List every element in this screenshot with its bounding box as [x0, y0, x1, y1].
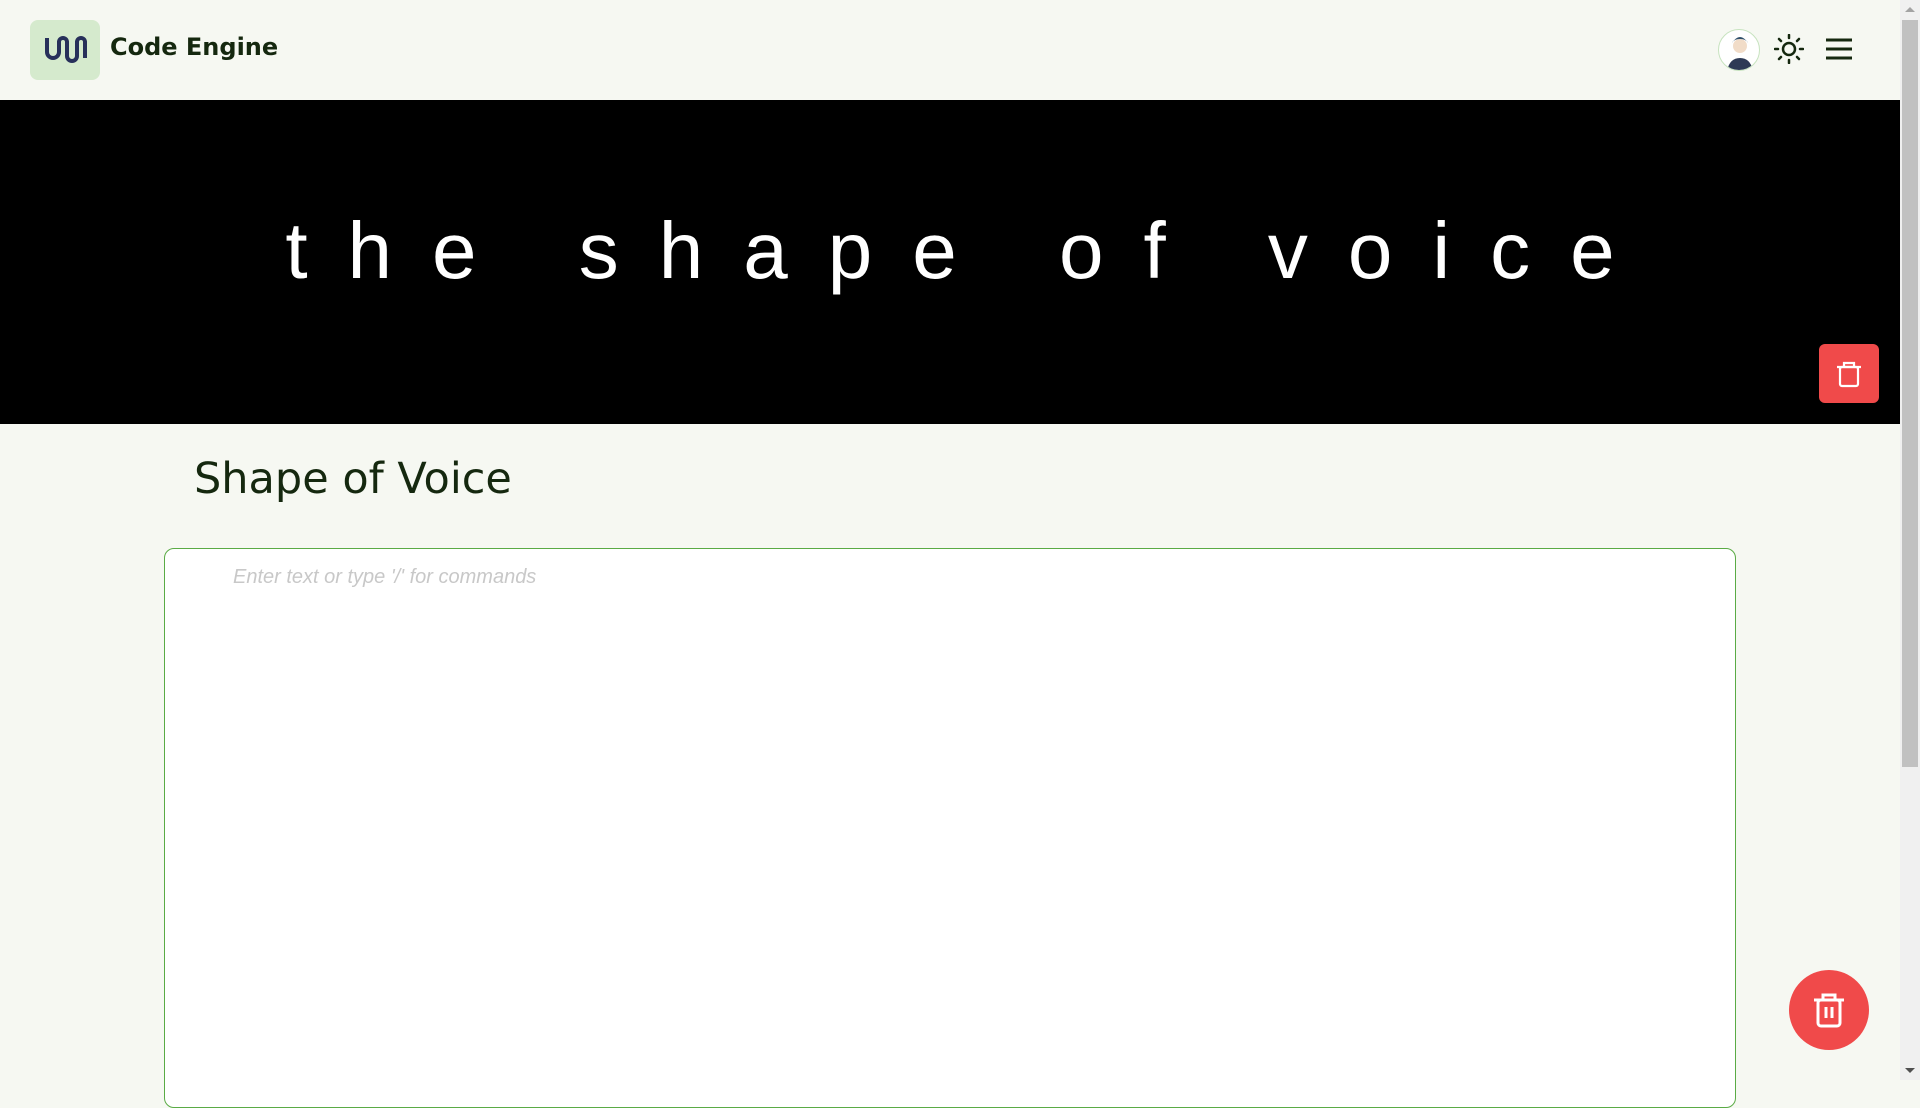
sun-icon[interactable] [1774, 34, 1804, 64]
editor-placeholder: Enter text or type '/' for commands [233, 566, 537, 588]
banner-text: the shape of voice [285, 206, 1655, 295]
delete-page-button[interactable] [1789, 970, 1869, 1050]
scrollbar-thumb[interactable] [1902, 20, 1918, 767]
scroll-up-arrow[interactable] [1905, 7, 1915, 12]
vertical-scrollbar[interactable] [1900, 0, 1920, 1080]
trash-icon [1837, 361, 1861, 387]
logo-icon [45, 36, 87, 63]
hamburger-menu-icon[interactable] [1824, 36, 1854, 62]
scroll-down-arrow[interactable] [1905, 1068, 1915, 1073]
top-header: Code Engine [0, 0, 1900, 100]
page-title[interactable]: Shape of Voice [194, 454, 512, 504]
logo[interactable] [30, 20, 100, 80]
user-avatar[interactable] [1718, 29, 1760, 71]
brand-name: Code Engine [110, 33, 279, 61]
trash-icon [1814, 993, 1844, 1028]
cover-banner: the shape of voice [0, 100, 1900, 424]
text-editor[interactable]: Enter text or type '/' for commands [164, 548, 1736, 1108]
delete-cover-button[interactable] [1819, 344, 1879, 403]
